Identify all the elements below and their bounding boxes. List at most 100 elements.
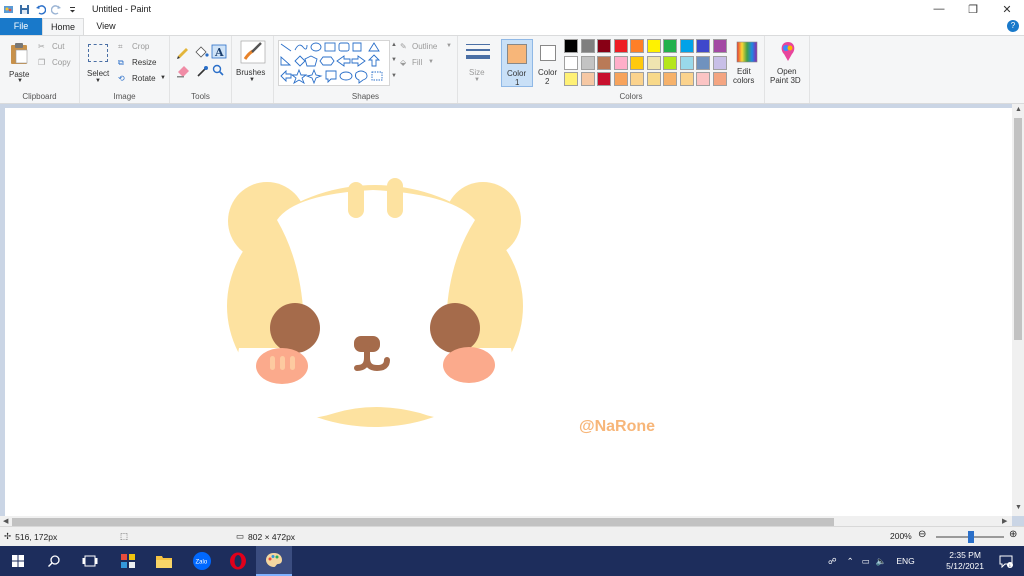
zoom-in-button[interactable]: ⊕	[1009, 529, 1017, 540]
palette-color-swatch[interactable]	[580, 72, 595, 86]
zoom-slider[interactable]	[936, 531, 1004, 543]
help-icon[interactable]: ?	[1007, 20, 1019, 32]
maximize-button[interactable]: ❐	[956, 0, 990, 18]
scroll-left-icon[interactable]: ◀	[3, 517, 8, 525]
close-button[interactable]: ✕	[990, 0, 1024, 18]
scroll-up-icon[interactable]: ▲	[1015, 106, 1022, 113]
shapes-scroll-up-icon[interactable]: ▲	[391, 42, 397, 48]
zoom-out-button[interactable]: ⊖	[918, 529, 926, 540]
palette-color-swatch[interactable]	[613, 72, 628, 86]
taskbar-app-1[interactable]	[110, 546, 146, 576]
palette-color-swatch[interactable]	[712, 39, 727, 53]
search-button[interactable]	[36, 546, 72, 576]
palette-color-swatch[interactable]	[679, 72, 694, 86]
paint-app-icon[interactable]	[3, 4, 14, 15]
paste-button[interactable]: Paste ▼	[6, 40, 34, 86]
horizontal-scroll-thumb[interactable]	[12, 518, 834, 526]
start-button[interactable]	[0, 546, 36, 576]
palette-color-swatch[interactable]	[613, 39, 628, 53]
palette-color-swatch[interactable]	[630, 72, 644, 86]
zoom-slider-thumb[interactable]	[968, 531, 974, 543]
shapes-gallery[interactable]	[278, 40, 390, 86]
palette-color-swatch[interactable]	[712, 55, 727, 70]
scroll-right-icon[interactable]: ▶	[1002, 517, 1007, 525]
redo-icon[interactable]	[50, 4, 62, 15]
shapes-icons	[280, 42, 383, 85]
edit-colors-button[interactable]: Edit colors	[732, 39, 762, 89]
opera-button[interactable]	[220, 546, 256, 576]
palette-color-swatch[interactable]	[564, 72, 578, 86]
text-icon: A	[211, 44, 227, 59]
outline-icon: ✎	[400, 42, 407, 51]
palette-color-swatch[interactable]	[564, 39, 578, 53]
palette-color-swatch[interactable]	[663, 39, 677, 53]
shapes-scroll-down-icon[interactable]: ▼	[391, 57, 397, 63]
palette-color-swatch[interactable]	[646, 55, 661, 70]
task-view-button[interactable]	[72, 546, 108, 576]
tab-file[interactable]: File	[0, 18, 42, 35]
palette-color-swatch[interactable]	[696, 72, 710, 86]
palette-color-swatch[interactable]	[597, 72, 611, 86]
paint-taskbar-button[interactable]	[256, 546, 292, 576]
show-hidden-icons-icon[interactable]: ⌃	[847, 556, 854, 567]
palette-color-swatch[interactable]	[712, 72, 727, 86]
color2-button[interactable]: Color 2	[535, 39, 563, 87]
cut-icon: ✂	[38, 42, 45, 51]
palette-color-swatch[interactable]	[564, 55, 578, 70]
tab-home[interactable]: Home	[42, 18, 84, 35]
fill-icon	[195, 46, 209, 58]
brushes-group[interactable]: Brushes ▼	[232, 36, 274, 103]
vertical-scrollbar[interactable]: ▲ ▼	[1012, 104, 1024, 516]
palette-color-swatch[interactable]	[696, 55, 710, 70]
palette-color-swatch[interactable]	[646, 39, 661, 53]
svg-text:Zalo: Zalo	[196, 560, 208, 566]
palette-color-swatch[interactable]	[630, 39, 644, 53]
minimize-button[interactable]: —	[922, 0, 956, 18]
cursor-position: ✢ 516, 172px	[4, 531, 58, 542]
select-button[interactable]: Select ▼	[86, 42, 112, 86]
zalo-button[interactable]: Zalo	[184, 546, 220, 576]
palette-color-swatch[interactable]	[679, 39, 694, 53]
head-stripe-right	[387, 178, 403, 218]
palette-color-swatch[interactable]	[679, 55, 694, 70]
clock[interactable]: 2:35 PM 5/12/2021	[946, 550, 984, 572]
vertical-scroll-thumb[interactable]	[1014, 118, 1022, 340]
palette-color-swatch[interactable]	[646, 72, 661, 86]
right-eye	[430, 303, 480, 353]
volume-icon[interactable]: 🔈	[876, 556, 887, 567]
palette-color-swatch[interactable]	[580, 39, 595, 53]
battery-icon[interactable]: ▭	[862, 556, 870, 567]
select-dropdown-arrow: ▼	[95, 78, 101, 84]
left-cheek-mark-3	[290, 356, 295, 370]
customize-toolbar-icon[interactable]	[67, 4, 78, 15]
shapes-scroll[interactable]: ▲ ▼ ▼	[390, 40, 398, 86]
brushes-icon	[240, 40, 266, 64]
palette-color-swatch[interactable]	[613, 55, 628, 70]
undo-icon[interactable]	[35, 4, 47, 15]
scroll-down-icon[interactable]: ▼	[1015, 504, 1022, 511]
palette-color-swatch[interactable]	[630, 55, 644, 70]
save-icon[interactable]	[19, 4, 30, 15]
copy-icon: ❐	[38, 58, 46, 67]
palette-color-swatch[interactable]	[663, 55, 677, 70]
opera-icon	[230, 552, 246, 570]
palette-color-swatch[interactable]	[597, 55, 611, 70]
image-group-label: Image	[113, 92, 136, 101]
color1-button[interactable]: Color 1	[501, 39, 533, 87]
language-indicator[interactable]: ENG	[896, 556, 914, 566]
palette-color-swatch[interactable]	[597, 39, 611, 53]
file-explorer-button[interactable]	[146, 546, 182, 576]
palette-color-swatch[interactable]	[580, 55, 595, 70]
color-palette	[564, 39, 732, 89]
palette-color-swatch[interactable]	[696, 39, 710, 53]
palette-color-swatch[interactable]	[663, 72, 677, 86]
paste-icon	[11, 43, 28, 64]
size-button[interactable]: Size ▼	[458, 36, 498, 103]
open-paint3d-button[interactable]: Open Paint 3D	[764, 36, 810, 103]
shapes-more-icon[interactable]: ▼	[391, 73, 397, 79]
tab-view[interactable]: View	[86, 18, 126, 35]
people-icon[interactable]: ☍	[828, 556, 837, 567]
crop-icon: ⌗	[118, 42, 123, 51]
action-center-button[interactable]: 1	[988, 546, 1024, 576]
drawing-canvas[interactable]: @NaRone	[5, 108, 1012, 519]
